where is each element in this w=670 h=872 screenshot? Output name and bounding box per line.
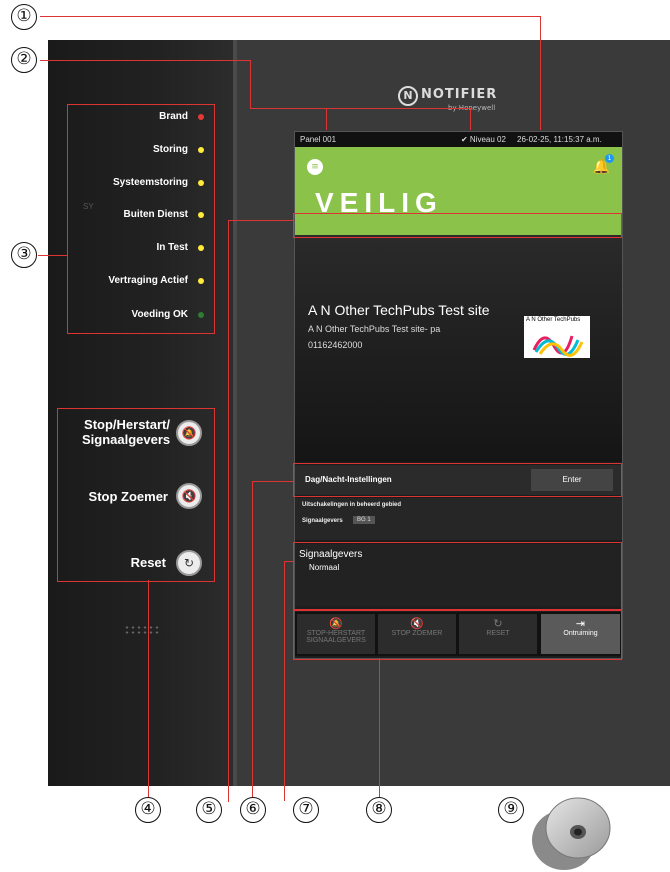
callout-1: ① [11,4,37,30]
callout-2: ② [11,47,37,73]
callout-7: ⑦ [293,797,319,823]
led-dot-yellow [198,245,204,251]
leader-line [379,658,380,798]
callout-3: ③ [11,242,37,268]
callout-5: ⑤ [196,797,222,823]
site-subtitle: A N Other TechPubs Test site- pa [308,324,441,334]
led-label: Voeding OK [131,309,188,320]
menu-icon[interactable]: ≡ [307,159,323,175]
led-label: Brand [159,111,188,122]
notification-badge: 1 [605,154,614,163]
led-dot-yellow [198,212,204,218]
reset-label: Reset [130,555,166,570]
reset-button[interactable]: ↻ [176,550,202,576]
leader-line [148,580,149,798]
speaker-mute-icon: 🔇 [181,489,197,503]
callout-4: ④ [135,797,161,823]
led-systeemstoring: Systeemstoring [34,173,214,193]
callout-6: ⑥ [240,797,266,823]
bell-off-icon: 🔕 [181,426,197,440]
stop-zoemer-label: Stop Zoemer [88,489,168,504]
led-dot-yellow [198,180,204,186]
led-label: Systeemstoring [112,177,188,188]
panel-id: Panel 001 [300,135,337,144]
led-dot-yellow [198,147,204,153]
leader-line [40,16,540,17]
callout-9: ⑨ [498,797,524,823]
led-label: In Test [156,242,188,253]
stop-herstart-button[interactable]: 🔕 [176,420,202,446]
led-label: Buiten Dienst [123,209,188,220]
disablements-chip: BG 1 [353,516,375,524]
led-voeding-ok: Voeding OK [34,305,214,325]
logo-brand: NOTIFIER [421,87,498,102]
leader-line [38,255,67,256]
led-label: Storing [153,144,188,155]
led-dot-yellow [198,278,204,284]
status-bar: Panel 001 ✔ Niveau 02 26-02-25, 11:15:37… [295,132,622,147]
site-phone: 01162462000 [308,340,363,350]
led-label: Vertraging Actief [108,275,188,286]
leader-line [250,60,251,108]
site-logo: A N Other TechPubs [524,316,590,358]
callout-8: ⑧ [366,797,392,823]
callout-box-actions [293,610,622,660]
led-storing: Storing [34,140,214,160]
label-line: Signaalgevers [82,432,171,447]
logo-mark: N [398,86,418,106]
callout-box-daynight [293,463,622,497]
callout-box-status [293,213,622,238]
led-vertraging-actief: Vertraging Actief [34,271,214,291]
leader-line [470,108,471,130]
speaker-grille [124,625,160,635]
led-buiten-dienst: Buiten Dienst [34,205,214,225]
leader-line [250,108,470,109]
label-line: Stop/Herstart/ [84,417,170,432]
access-key-icon [532,797,611,870]
notifier-logo: N NOTIFIER by Honeywell [398,84,518,114]
led-brand: Brand [34,107,214,127]
leader-line [284,561,294,562]
led-dot-green [198,312,204,318]
access-level[interactable]: ✔ Niveau 02 [461,135,506,144]
datetime: 26-02-25, 11:15:37 a.m. [517,135,602,144]
site-logo-graphic [532,335,584,357]
ghost-text: SY [83,202,94,211]
leader-line [252,481,294,482]
stop-herstart-label: Stop/Herstart/ Signaalgevers [82,417,170,447]
led-indicator-group: Brand Storing Systeemstoring Buiten Dien… [67,104,215,334]
bezel-edge [233,40,237,786]
leader-line [228,220,294,221]
leader-line [284,561,285,801]
leader-line [40,60,250,61]
leader-line [252,481,253,801]
led-dot-red [198,114,204,120]
stop-zoemer-button[interactable]: 🔇 [176,483,202,509]
disablements-heading: Uitschakelingen in beheerd gebied [302,502,402,508]
leader-line [326,108,327,130]
site-title: A N Other TechPubs Test site [308,302,490,318]
reset-icon: ↻ [183,556,195,570]
callout-box-sounders [293,542,622,610]
disablements-row-label: Signaalgevers [302,518,343,524]
disablements-panel[interactable]: Uitschakelingen in beheerd gebied Signaa… [295,498,622,540]
leader-line [228,220,229,802]
leader-line [540,16,541,130]
